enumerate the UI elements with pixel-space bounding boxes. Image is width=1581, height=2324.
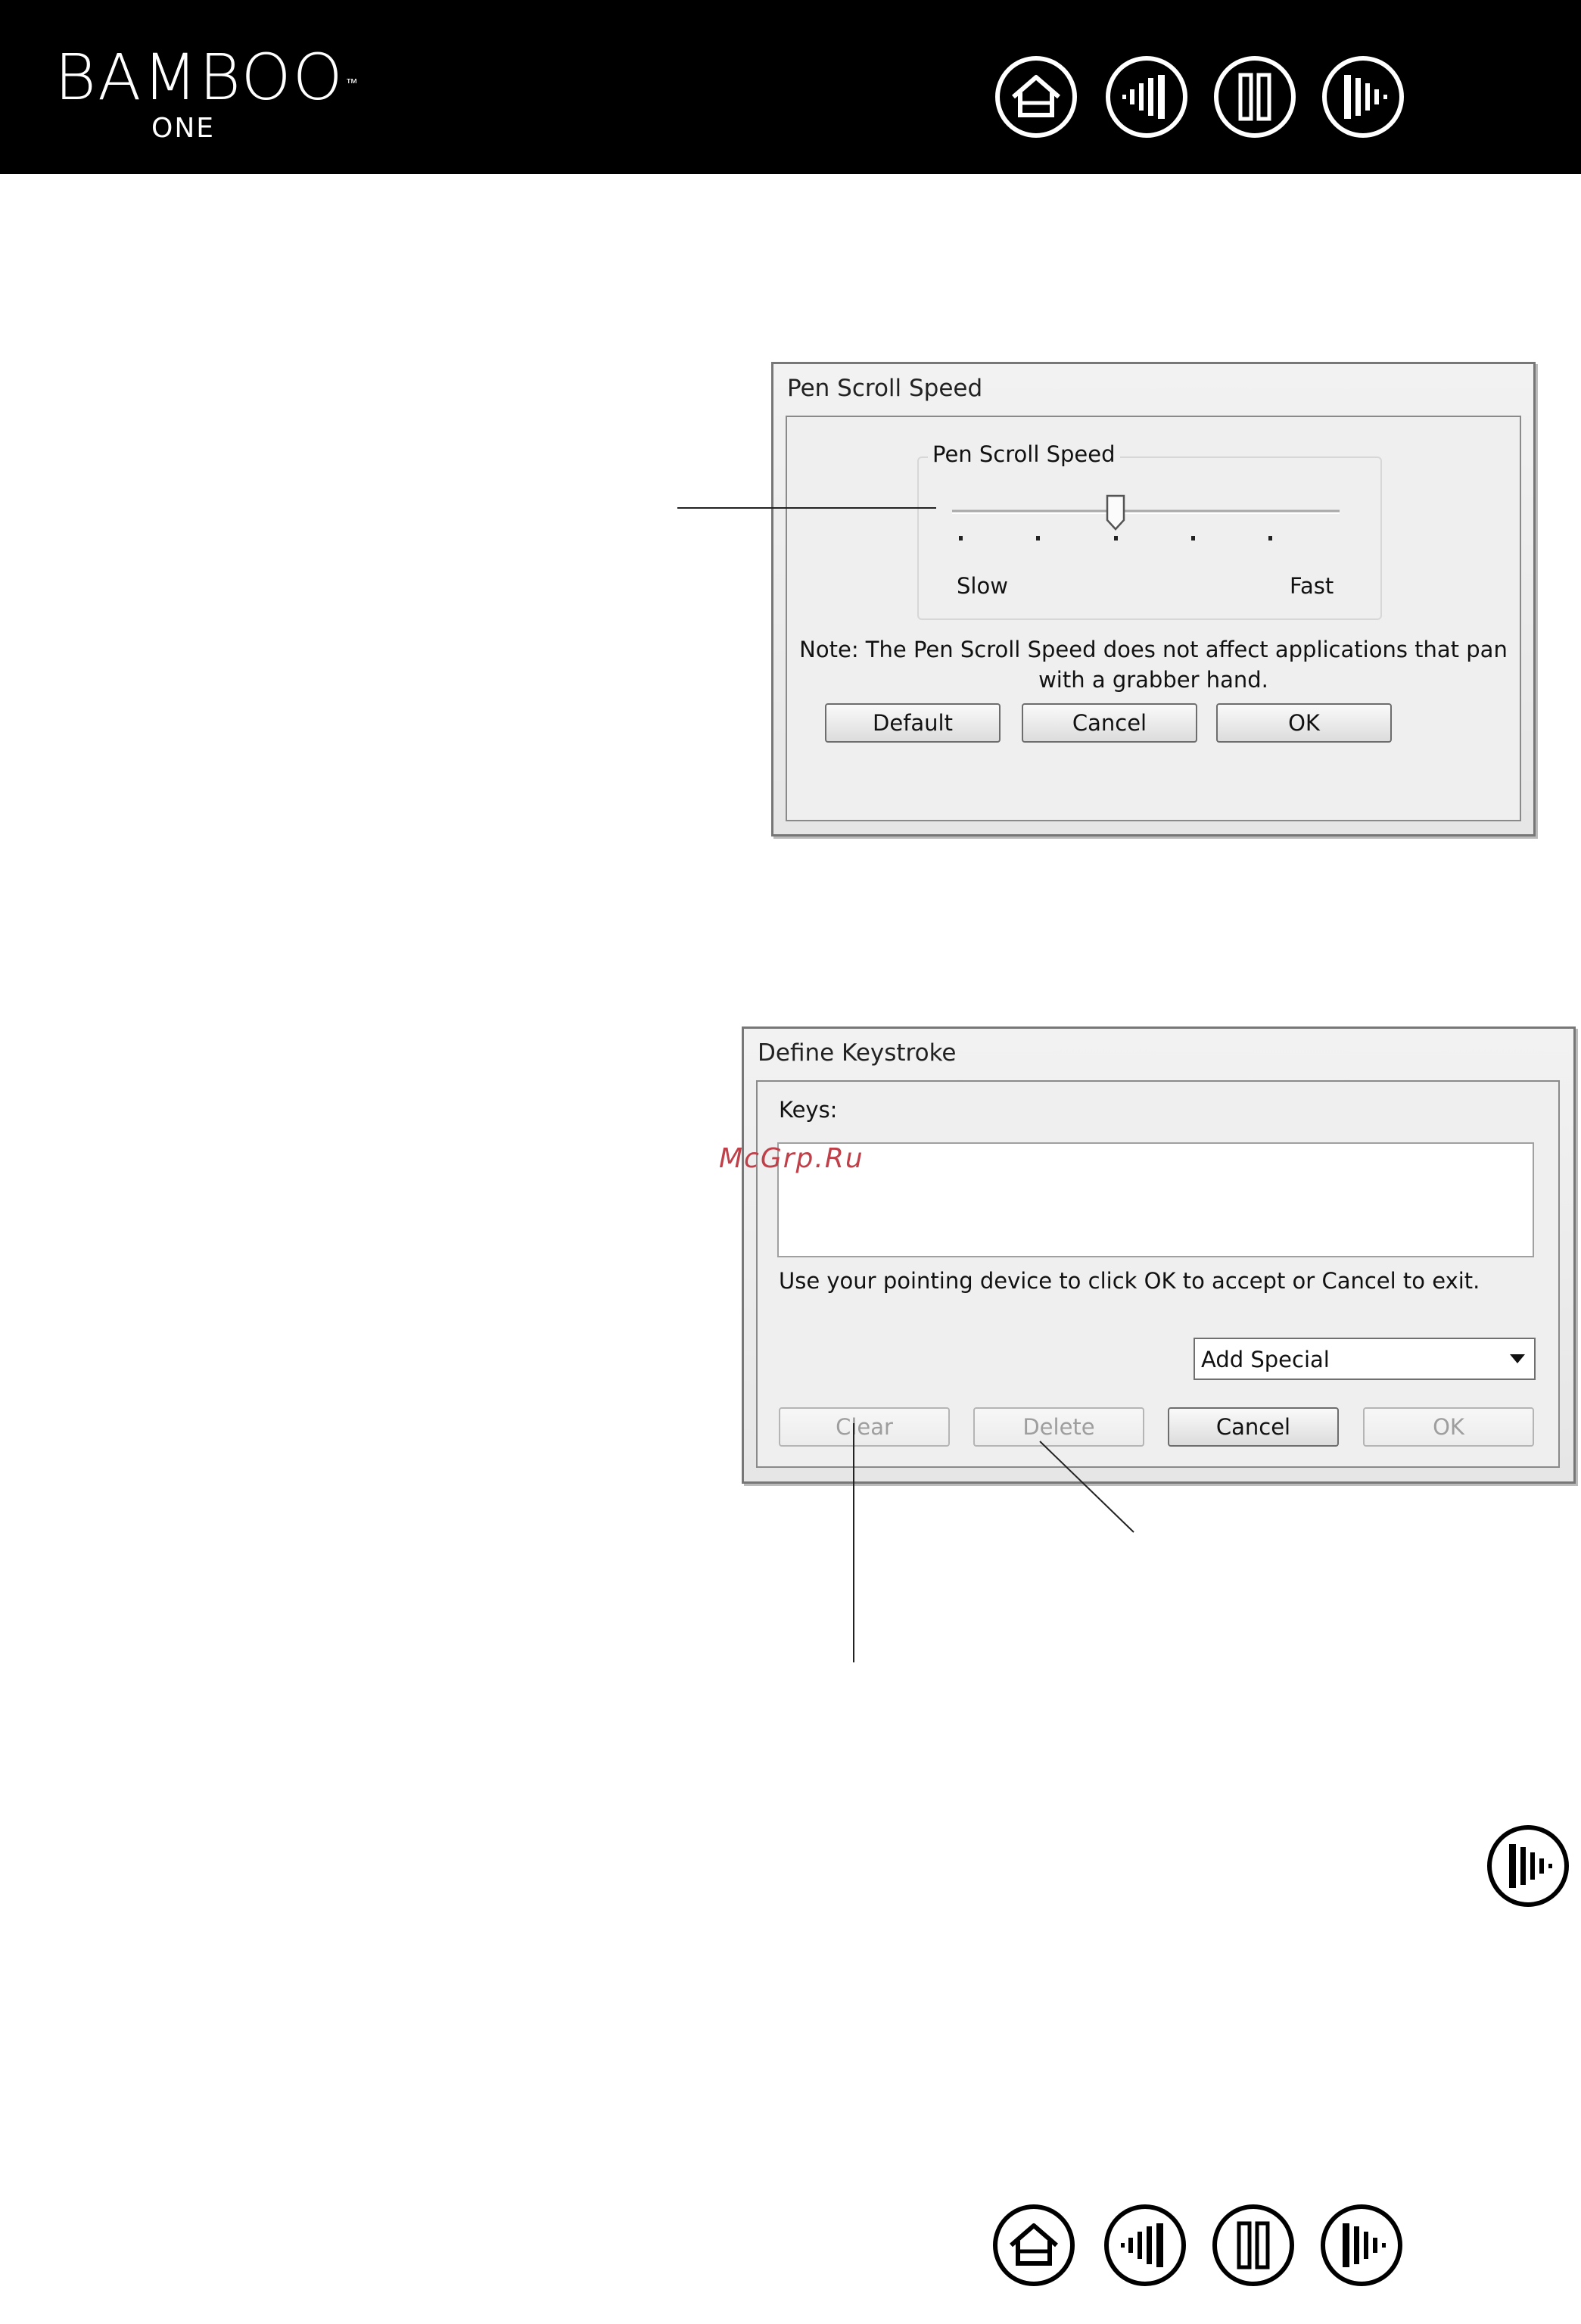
- pen-scroll-speed-dialog: Pen Scroll Speed Pen Scroll Speed Slow F…: [771, 362, 1536, 836]
- default-button[interactable]: Default: [825, 703, 1001, 743]
- delete-callout-line: [1039, 1441, 1134, 1533]
- keys-input[interactable]: [777, 1142, 1534, 1257]
- clear-button[interactable]: Clear: [779, 1407, 950, 1447]
- watermark-text: McGrp.Ru: [719, 1143, 864, 1174]
- cancel-button[interactable]: Cancel: [1168, 1407, 1339, 1447]
- slider-tick-1: [959, 536, 963, 541]
- page-header: BAMBOO ™ ONE: [0, 0, 1581, 174]
- contents-icon: [1104, 2204, 1186, 2286]
- define-keystroke-dialog: Define Keystroke Keys: Use your pointing…: [742, 1026, 1576, 1484]
- scroll-speed-slider[interactable]: [949, 493, 1343, 546]
- home-icon: [993, 2204, 1075, 2286]
- dialog-title: Define Keystroke: [758, 1039, 957, 1067]
- next-page-icon: [1487, 1825, 1569, 1907]
- fast-label: Fast: [1290, 573, 1334, 599]
- footer-home-button[interactable]: [991, 2203, 1076, 2288]
- logo-trademark: ™: [345, 76, 359, 90]
- next-page-icon: [1322, 56, 1404, 138]
- dialog-body: Pen Scroll Speed Slow Fast Note: The Pen…: [786, 416, 1521, 821]
- home-icon: [995, 56, 1077, 138]
- note-line-1: Note: The Pen Scroll Speed does not affe…: [799, 637, 1508, 662]
- instruction-text: Use your pointing device to click OK to …: [779, 1268, 1480, 1294]
- chevron-down-icon: [1510, 1354, 1525, 1363]
- logo-sub-text: ONE: [151, 113, 216, 144]
- next-page-icon: [1321, 2204, 1402, 2286]
- slow-label: Slow: [957, 573, 1008, 599]
- ok-button[interactable]: OK: [1216, 703, 1392, 743]
- nav-contents-button[interactable]: [1104, 55, 1189, 139]
- add-special-value: Add Special: [1201, 1347, 1330, 1372]
- nav-home-button[interactable]: [994, 55, 1078, 139]
- footer-contents-button[interactable]: [1103, 2203, 1187, 2288]
- group-label: Pen Scroll Speed: [928, 441, 1120, 467]
- cancel-button[interactable]: Cancel: [1022, 703, 1197, 743]
- footer-index-button[interactable]: [1211, 2203, 1296, 2288]
- pen-scroll-speed-group: Pen Scroll Speed Slow Fast: [917, 441, 1382, 620]
- dialog-title: Pen Scroll Speed: [787, 375, 983, 402]
- nav-index-button[interactable]: [1212, 55, 1297, 139]
- clear-callout-line: [853, 1423, 854, 1662]
- side-next-page-button[interactable]: [1486, 1824, 1570, 1908]
- bamboo-one-logo: BAMBOO ™ ONE: [54, 45, 359, 142]
- nav-next-page-button[interactable]: [1321, 55, 1405, 139]
- keys-label: Keys:: [779, 1097, 838, 1123]
- slider-tick-3: [1114, 536, 1118, 541]
- dialog-body: Keys: Use your pointing device to click …: [756, 1080, 1560, 1468]
- index-icon: [1212, 2204, 1294, 2286]
- slider-callout-line: [677, 507, 936, 509]
- logo-main-text: BAMBOO: [54, 40, 344, 114]
- footer-next-page-button[interactable]: [1319, 2203, 1404, 2288]
- slider-thumb: [1106, 494, 1125, 531]
- slider-tick-5: [1268, 536, 1272, 541]
- slider-tick-2: [1036, 536, 1040, 541]
- ok-button[interactable]: OK: [1363, 1407, 1534, 1447]
- index-icon: [1214, 56, 1296, 138]
- slider-tick-4: [1191, 536, 1195, 541]
- contents-icon: [1106, 56, 1187, 138]
- add-special-dropdown[interactable]: Add Special: [1194, 1338, 1536, 1380]
- note-line-2: with a grabber hand.: [1038, 667, 1268, 693]
